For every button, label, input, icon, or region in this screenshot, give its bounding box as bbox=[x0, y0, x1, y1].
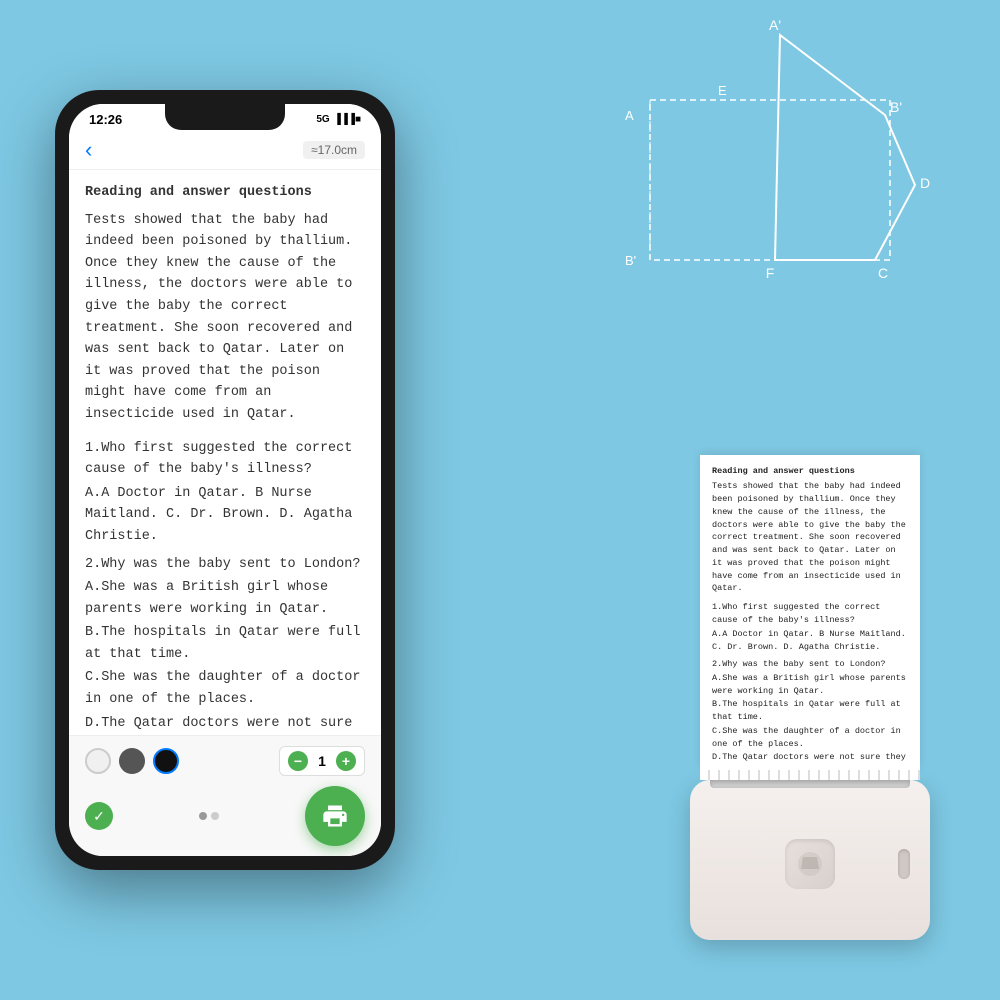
quantity-control[interactable]: − 1 + bbox=[279, 746, 365, 776]
paper-q2: 2.Why was the baby sent to London? bbox=[712, 658, 908, 671]
back-button[interactable]: ‹ bbox=[85, 137, 92, 163]
color-selector[interactable] bbox=[85, 748, 179, 774]
point-e-label: E bbox=[718, 83, 727, 98]
point-f-label: F bbox=[766, 265, 775, 281]
question-2-a: A.She was a British girl whose parents w… bbox=[85, 577, 365, 620]
printer-logo-icon bbox=[795, 849, 825, 879]
paper-q2-a: A.She was a British girl whose parents w… bbox=[712, 672, 908, 698]
phone-action-row: ✓ bbox=[85, 786, 365, 846]
paper-q2-b: B.The hospitals in Qatar were full at th… bbox=[712, 698, 908, 724]
point-a-prime-label: A' bbox=[769, 17, 781, 33]
paper-q1: 1.Who first suggested the correct cause … bbox=[712, 601, 908, 627]
point-a-label: A bbox=[625, 108, 634, 123]
question-2: 2.Why was the baby sent to London? bbox=[85, 554, 365, 576]
page-dot-2 bbox=[211, 812, 219, 820]
phone-body: 12:26 5G ▐▐▐■ ‹ ≈17.0cm Reading and answ… bbox=[55, 90, 395, 870]
printer-power-button[interactable] bbox=[898, 849, 910, 879]
question-2-d: D.The Qatar doctors were not sure they bbox=[85, 713, 365, 735]
printer-logo bbox=[785, 839, 835, 889]
confirm-button[interactable]: ✓ bbox=[85, 802, 113, 830]
page-indicators bbox=[199, 812, 219, 820]
point-b-prime-label: B' bbox=[890, 99, 902, 115]
color-quantity-row: − 1 + bbox=[85, 746, 365, 776]
phone-header[interactable]: ‹ ≈17.0cm bbox=[69, 131, 381, 170]
phone-content: Reading and answer questions Tests showe… bbox=[69, 170, 381, 735]
quantity-increase-button[interactable]: + bbox=[336, 751, 356, 771]
paper-title: Reading and answer questions bbox=[712, 465, 908, 478]
content-title: Reading and answer questions bbox=[85, 182, 365, 204]
paper-q2-d: D.The Qatar doctors were not sure they bbox=[712, 751, 908, 764]
paper-paragraph: Tests showed that the baby had indeed be… bbox=[712, 480, 908, 595]
printer-paper-slot bbox=[710, 780, 910, 788]
page-dot-1 bbox=[199, 812, 207, 820]
geometry-diagram: A' B' D C F A B' E bbox=[620, 20, 940, 300]
point-d-label: D bbox=[920, 175, 930, 191]
question-1: 1.Who first suggested the correct cause … bbox=[85, 438, 365, 481]
paper-q2-c: C.She was the daughter of a doctor in on… bbox=[712, 725, 908, 751]
phone-container: 12:26 5G ▐▐▐■ ‹ ≈17.0cm Reading and answ… bbox=[55, 90, 395, 870]
phone-notch bbox=[165, 104, 285, 130]
print-icon bbox=[321, 802, 349, 830]
printer-body[interactable] bbox=[690, 780, 930, 940]
paper-perforation bbox=[700, 770, 920, 780]
color-dot-dark-gray[interactable] bbox=[119, 748, 145, 774]
question-2-b: B.The hospitals in Qatar were full at th… bbox=[85, 622, 365, 665]
print-button[interactable] bbox=[305, 786, 365, 846]
signal-indicator: 5G bbox=[316, 114, 329, 125]
printer-front-face bbox=[690, 788, 930, 940]
point-b-label: B' bbox=[625, 253, 636, 268]
paper-q1-opt-a: A.A Doctor in Qatar. B Nurse Maitland. bbox=[712, 628, 908, 641]
ruler-indicator: ≈17.0cm bbox=[303, 141, 365, 159]
question-2-c: C.She was the daughter of a doctor in on… bbox=[85, 667, 365, 710]
phone-screen: 12:26 5G ▐▐▐■ ‹ ≈17.0cm Reading and answ… bbox=[69, 104, 381, 856]
quantity-value: 1 bbox=[314, 753, 330, 769]
content-paragraph: Tests showed that the baby had indeed be… bbox=[85, 210, 365, 426]
phone-bottom-controls: − 1 + ✓ bbox=[69, 735, 381, 856]
printer-container: Reading and answer questions Tests showe… bbox=[670, 455, 950, 941]
color-dot-black[interactable] bbox=[153, 748, 179, 774]
question-1-options: A.A Doctor in Qatar. B Nurse Maitland. C… bbox=[85, 483, 365, 548]
point-c-label: C bbox=[878, 265, 888, 281]
paper-q1-opt-b: C. Dr. Brown. D. Agatha Christie. bbox=[712, 641, 908, 654]
battery-indicator: ▐▐▐■ bbox=[334, 114, 361, 125]
quantity-decrease-button[interactable]: − bbox=[288, 751, 308, 771]
status-time: 12:26 bbox=[89, 112, 122, 127]
color-dot-white[interactable] bbox=[85, 748, 111, 774]
printer-paper: Reading and answer questions Tests showe… bbox=[700, 455, 920, 771]
status-icons: 5G ▐▐▐■ bbox=[316, 114, 361, 125]
